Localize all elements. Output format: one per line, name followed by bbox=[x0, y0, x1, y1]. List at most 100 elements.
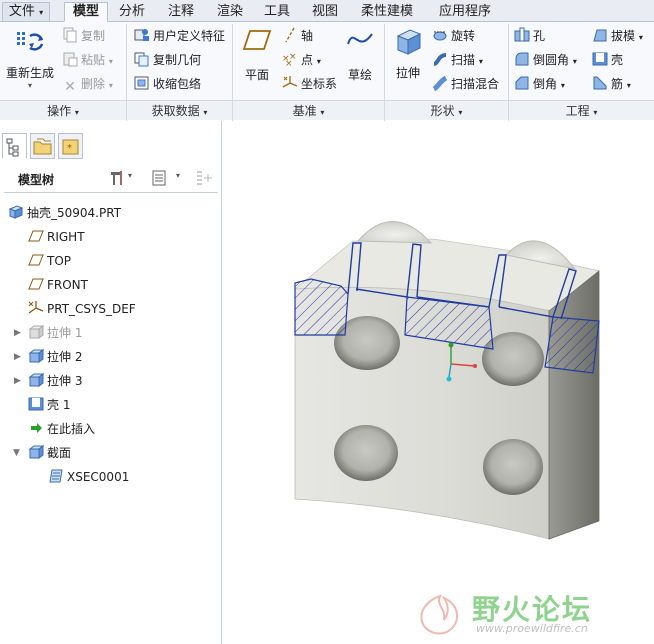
revolve-button[interactable]: 旋转 bbox=[432, 26, 475, 46]
extrude-label: 拉伸 bbox=[395, 66, 420, 80]
tree-item-sections[interactable]: 截面 bbox=[28, 443, 71, 463]
group-operations[interactable]: 操作 ▾ bbox=[0, 101, 127, 121]
tree-item-extrude-3[interactable]: 拉伸 3 bbox=[28, 371, 82, 391]
copy-geometry-button[interactable]: 复制几何 bbox=[134, 50, 201, 70]
tree-filter-icon[interactable] bbox=[194, 169, 214, 187]
shell-icon bbox=[28, 397, 44, 411]
group-engineering[interactable]: 工程 ▾ bbox=[509, 101, 654, 121]
tab-analysis[interactable]: 分析 bbox=[112, 2, 152, 22]
copy-icon bbox=[63, 27, 77, 43]
paste-button[interactable]: 粘贴 ▾ bbox=[62, 50, 113, 70]
tab-favorites[interactable]: * bbox=[58, 133, 83, 159]
regenerate-icon bbox=[17, 32, 44, 51]
shrinkwrap-button[interactable]: 收缩包络 bbox=[134, 74, 201, 94]
show-list-icon[interactable] bbox=[150, 169, 168, 187]
favorites-icon: * bbox=[62, 139, 79, 155]
group-shapes[interactable]: 形状 ▾ bbox=[385, 101, 509, 121]
point-label: 点 bbox=[301, 53, 314, 67]
tab-annotate[interactable]: 注释 bbox=[161, 2, 201, 22]
chevron-down-icon: ▾ bbox=[39, 8, 44, 17]
tree-item-part[interactable]: 抽壳_50904.PRT bbox=[8, 203, 121, 223]
tree-item-shell-1[interactable]: 壳 1 bbox=[28, 395, 70, 415]
tree-item-extrude-2[interactable]: 拉伸 2 bbox=[28, 347, 82, 367]
tree-item-right[interactable]: RIGHT bbox=[28, 227, 85, 247]
expand-arrow-icon[interactable]: ▶ bbox=[14, 328, 21, 338]
chevron-down-icon: ▾ bbox=[27, 81, 32, 90]
xsection-icon bbox=[49, 469, 63, 483]
tree-item-xsec0001[interactable]: XSEC0001 bbox=[48, 467, 129, 487]
chamfer-icon bbox=[515, 76, 529, 90]
plane-button[interactable]: 平面 bbox=[238, 28, 276, 86]
round-button[interactable]: 倒圆角 ▾ bbox=[514, 50, 577, 70]
tab-tools[interactable]: 工具 bbox=[257, 2, 297, 22]
csys-button[interactable]: 坐标系 bbox=[282, 74, 337, 94]
chevron-down-icon: ▾ bbox=[593, 108, 598, 117]
csys-label: 坐标系 bbox=[301, 77, 338, 91]
swept-blend-button[interactable]: 扫描混合 bbox=[432, 74, 499, 94]
expand-arrow-icon[interactable]: ▶ bbox=[14, 352, 21, 362]
round-icon bbox=[515, 52, 529, 66]
chevron-down-icon: ▾ bbox=[478, 57, 483, 66]
extrude-button[interactable]: 拉伸 bbox=[388, 26, 428, 86]
tab-flexible-modeling[interactable]: 柔性建模 bbox=[354, 2, 420, 22]
expand-arrow-icon[interactable]: ▶ bbox=[14, 376, 21, 386]
tree-item-top[interactable]: TOP bbox=[28, 251, 71, 271]
group-datum[interactable]: 基准 ▾ bbox=[233, 101, 385, 121]
part-icon bbox=[8, 205, 24, 219]
ribbon-separator bbox=[384, 24, 385, 100]
chevron-down-icon: ▾ bbox=[316, 57, 321, 66]
tree-item-csys[interactable]: PRT_CSYS_DEF bbox=[28, 299, 136, 319]
extrude-icon bbox=[28, 373, 44, 387]
delete-button[interactable]: ✕ 删除 ▾ bbox=[62, 74, 113, 95]
shell-button[interactable]: 壳 bbox=[592, 50, 623, 70]
group-operations-label: 操作 bbox=[47, 104, 72, 118]
tab-model-tree[interactable] bbox=[2, 133, 27, 159]
tree-item-label: 抽壳_50904.PRT bbox=[27, 206, 122, 220]
tree-item-label: PRT_CSYS_DEF bbox=[47, 302, 136, 316]
rib-button[interactable]: 筋 ▾ bbox=[592, 74, 631, 94]
draft-button[interactable]: 拔模 ▾ bbox=[592, 26, 643, 46]
tab-folder-browser[interactable] bbox=[30, 133, 55, 159]
axis-label: 轴 bbox=[301, 29, 314, 43]
csys-icon bbox=[28, 301, 44, 314]
sweep-button[interactable]: 扫描 ▾ bbox=[432, 50, 483, 70]
hole-button[interactable]: 孔 bbox=[514, 26, 545, 46]
tree-item-insert-here[interactable]: 在此插入 bbox=[28, 419, 95, 439]
axis-button[interactable]: 轴 bbox=[282, 26, 313, 46]
ribbon-separator bbox=[232, 24, 233, 100]
collapse-arrow-icon[interactable]: ▼ bbox=[13, 448, 20, 458]
tree-item-label: 拉伸 1 bbox=[47, 326, 83, 340]
tab-render[interactable]: 渲染 bbox=[210, 2, 250, 22]
graphics-window[interactable]: 野火论坛 www.proewildfire.cn bbox=[223, 121, 654, 644]
tree-item-front[interactable]: FRONT bbox=[28, 275, 88, 295]
user-defined-feature-button[interactable]: 用户定义特征 bbox=[134, 26, 225, 46]
group-get-data[interactable]: 获取数据 ▾ bbox=[127, 101, 233, 121]
tab-view[interactable]: 视图 bbox=[305, 2, 345, 22]
ribbon-separator bbox=[126, 24, 127, 100]
chevron-down-icon[interactable]: ▾ bbox=[128, 171, 132, 180]
tab-applications[interactable]: 应用程序 bbox=[428, 2, 502, 22]
sweep-icon bbox=[433, 53, 447, 66]
tab-model[interactable]: 模型 bbox=[64, 2, 108, 22]
sketch-button[interactable]: 草绘 bbox=[342, 28, 378, 86]
section-hatch-left[interactable] bbox=[294, 278, 349, 336]
copy-geometry-icon bbox=[134, 52, 149, 67]
tab-file[interactable]: 文件 ▾ bbox=[2, 2, 50, 22]
section-hatch-right[interactable] bbox=[544, 316, 600, 374]
part-model-3d[interactable] bbox=[223, 121, 654, 644]
point-button[interactable]: × × × 点 ▾ bbox=[282, 50, 321, 70]
group-engineering-label: 工程 bbox=[565, 104, 590, 118]
tree-item-label: 截面 bbox=[47, 446, 72, 460]
regenerate-button[interactable]: 重新生成 ▾ bbox=[4, 24, 56, 90]
chamfer-button[interactable]: 倒角 ▾ bbox=[514, 74, 565, 94]
model-tree-title: 模型树 bbox=[18, 173, 55, 187]
group-datum-label: 基准 bbox=[292, 104, 317, 118]
datum-plane-icon bbox=[28, 254, 44, 266]
chevron-down-icon: ▾ bbox=[108, 57, 113, 66]
tree-item-extrude-1[interactable]: 拉伸 1 bbox=[28, 323, 82, 343]
tree-item-label: TOP bbox=[47, 254, 72, 268]
datum-plane-icon bbox=[28, 278, 44, 290]
settings-tools-icon[interactable] bbox=[108, 169, 126, 187]
chevron-down-icon[interactable]: ▾ bbox=[176, 171, 180, 180]
copy-button[interactable]: 复制 bbox=[62, 26, 105, 46]
